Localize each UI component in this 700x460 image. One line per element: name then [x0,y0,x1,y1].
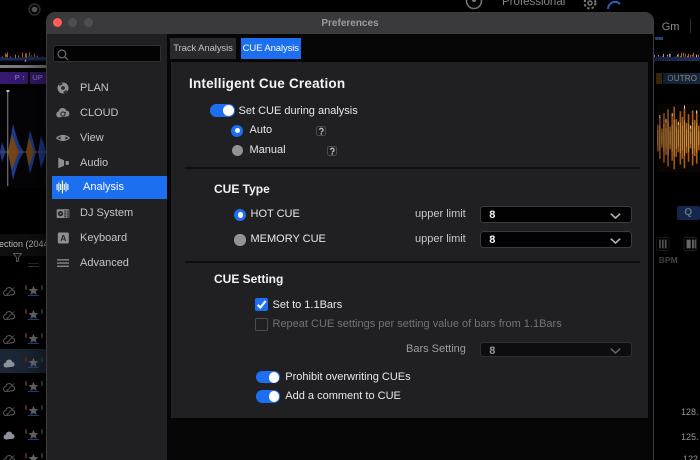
svg-text:A: A [60,233,66,243]
